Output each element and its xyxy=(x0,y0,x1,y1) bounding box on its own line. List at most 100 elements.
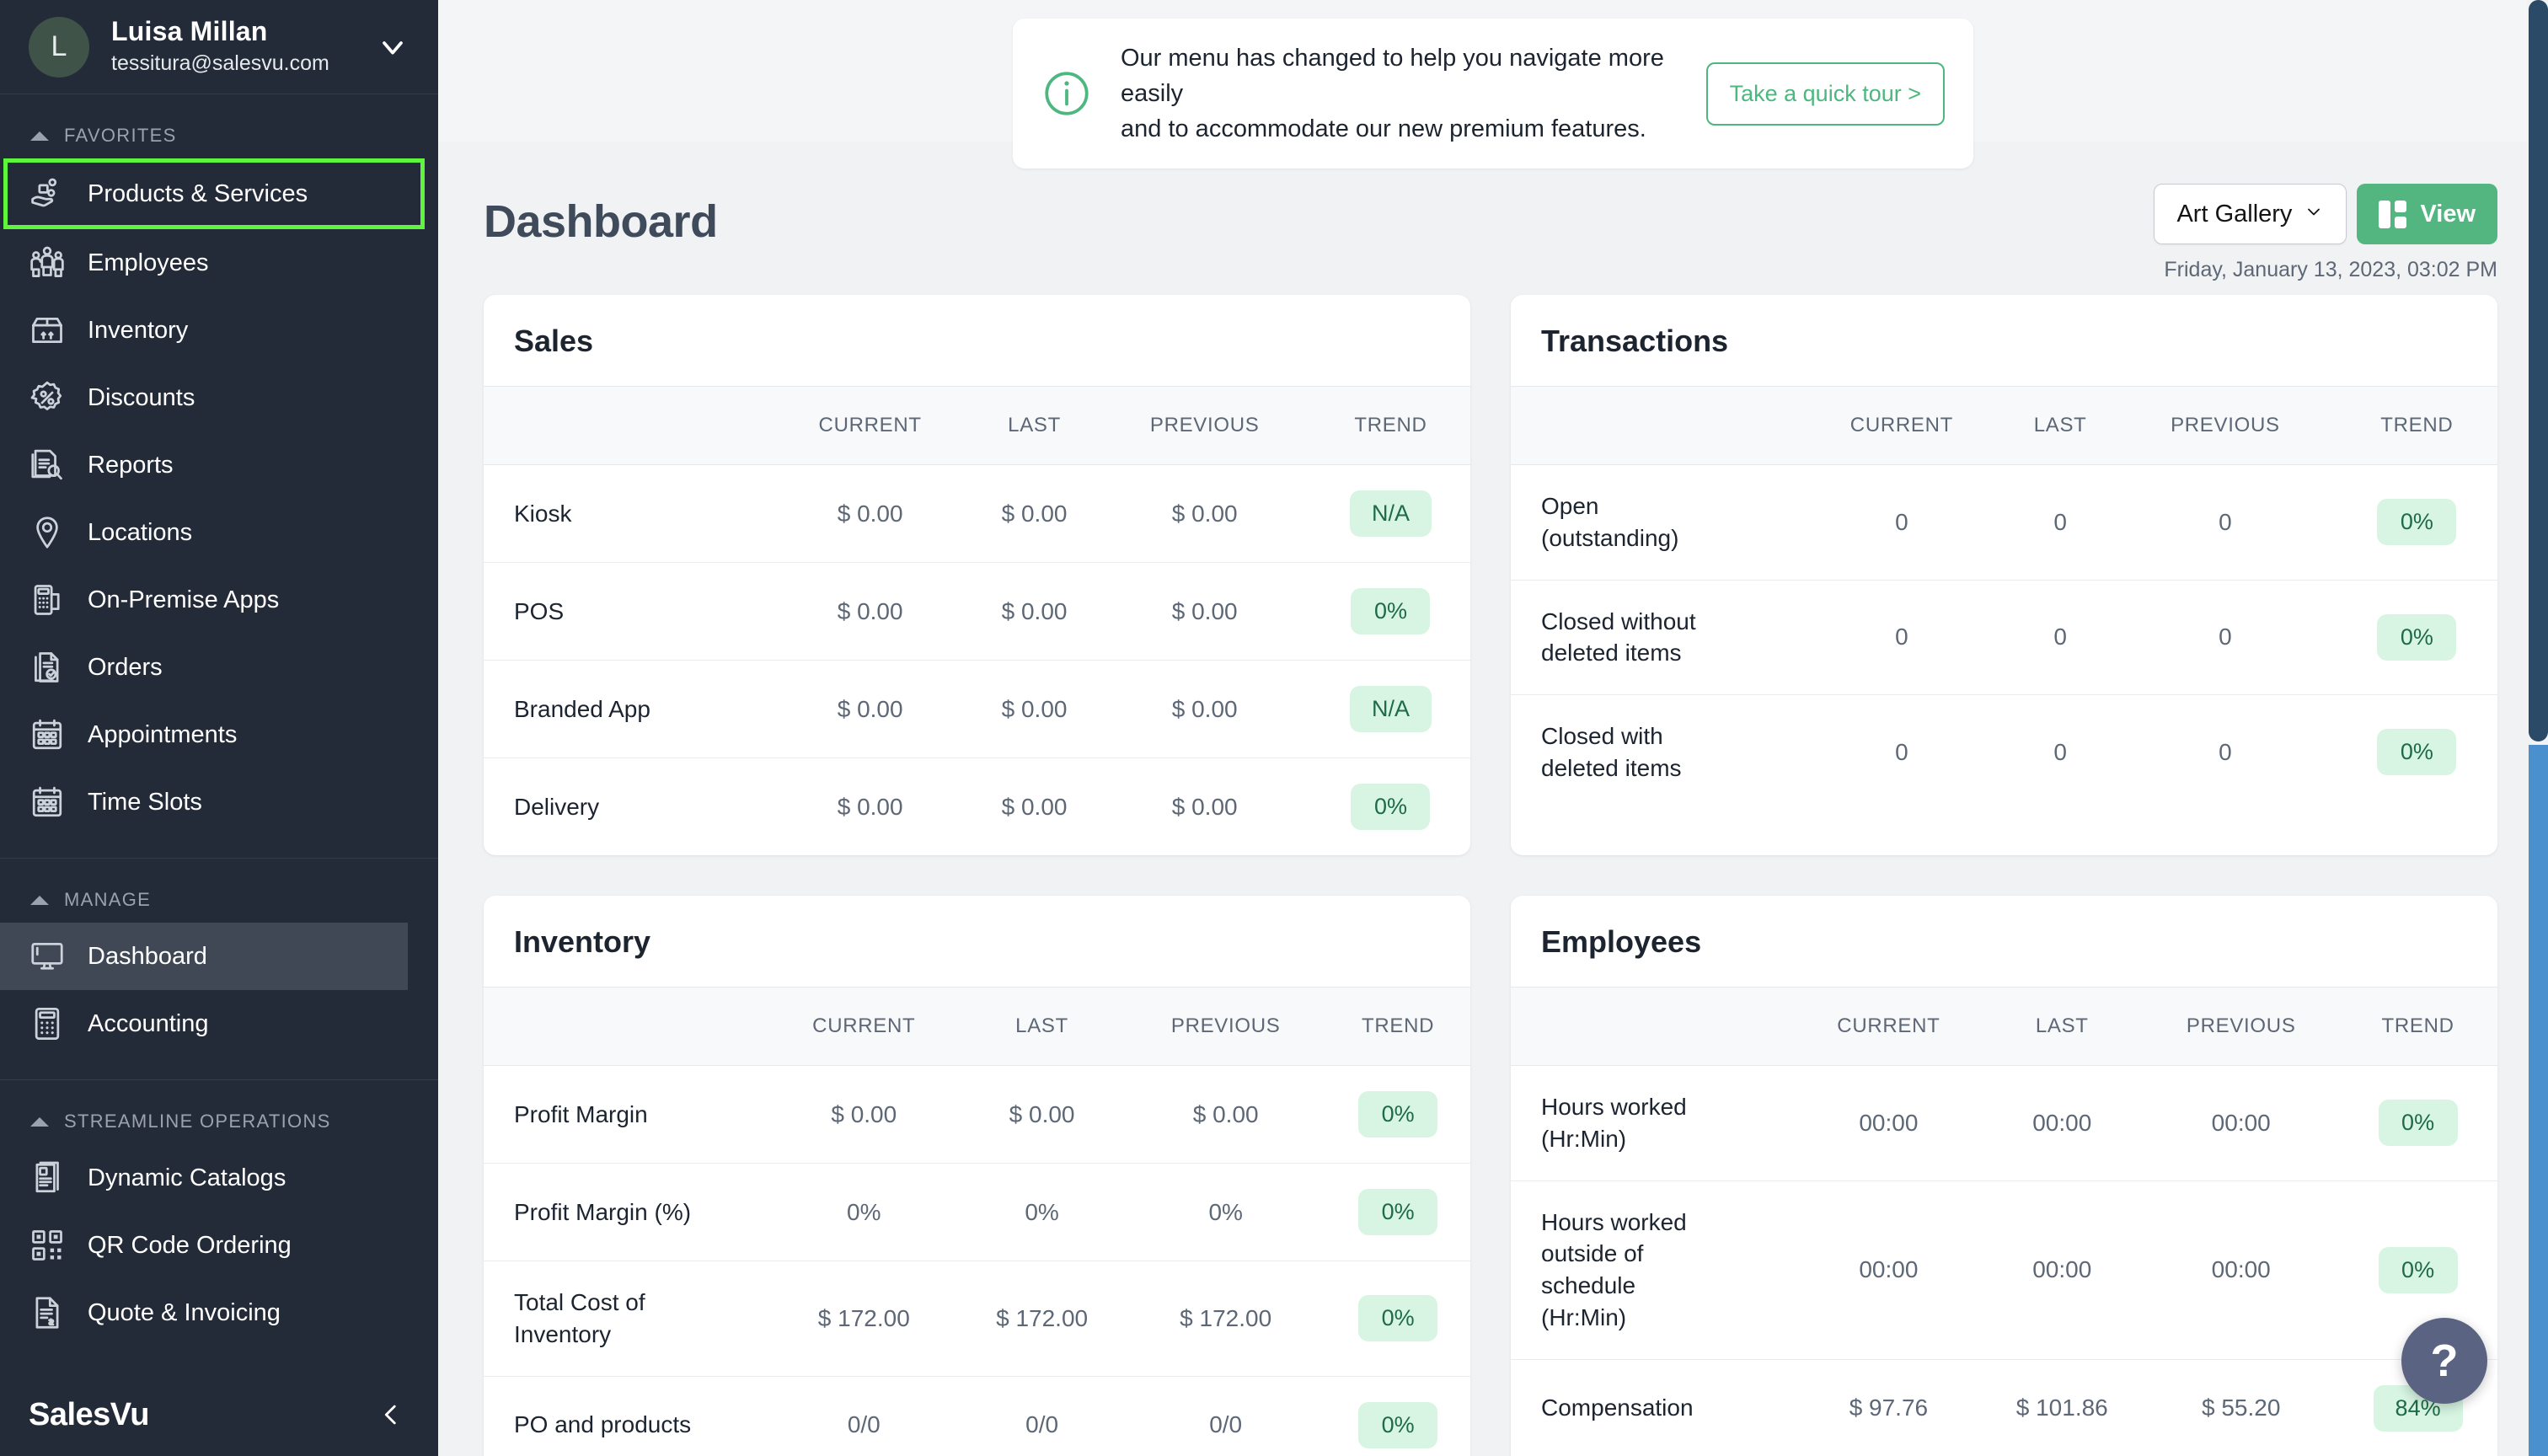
qr-code-icon xyxy=(29,1227,66,1264)
cell-last: 0 xyxy=(2006,580,2115,696)
cell-last: 00:00 xyxy=(1980,1180,2144,1360)
cell-previous: $ 0.00 xyxy=(1098,562,1311,661)
cell-last: $ 0.00 xyxy=(1001,793,1068,820)
sidebar-item-quote-invoicing[interactable]: Quote & Invoicing xyxy=(0,1279,438,1346)
column-header-label xyxy=(484,386,770,465)
column-header-last: LAST xyxy=(970,386,1099,465)
cell-previous: 0 xyxy=(2114,580,2337,696)
metric-table: CURRENT LAST PREVIOUS TREND Profit Margin $ 0… xyxy=(484,987,1470,1456)
trend-badge: 0% xyxy=(1358,1189,1438,1235)
sidebar-group-header[interactable]: STREAMLINE OPERATIONS xyxy=(0,1089,438,1144)
cell-current: $ 172.00 xyxy=(769,1261,958,1377)
cell-previous: $ 0.00 xyxy=(1171,793,1238,820)
header-buttons: Art Gallery View xyxy=(2154,184,2497,244)
cell-current: 00:00 xyxy=(1796,1065,1981,1181)
caret-up-icon xyxy=(30,131,49,141)
sidebar-item-discounts[interactable]: Discounts xyxy=(0,364,438,431)
cell-trend: 0% xyxy=(1325,1376,1470,1456)
scrollbar-thumb[interactable] xyxy=(2529,0,2548,741)
chevron-left-icon[interactable] xyxy=(372,1396,410,1433)
help-question-icon[interactable]: ? xyxy=(2401,1318,2487,1404)
sidebar-item-label: Reports xyxy=(88,451,174,479)
location-select[interactable]: Art Gallery xyxy=(2154,184,2347,244)
column-header-previous: PREVIOUS xyxy=(2144,987,2339,1066)
cell-previous: 0 xyxy=(2219,738,2232,765)
cell-trend: 0% xyxy=(1325,1261,1470,1377)
column-header-label xyxy=(1511,987,1797,1066)
scrollbar-track-lower[interactable] xyxy=(2529,745,2548,1456)
row-label: PO and products xyxy=(514,1411,692,1438)
card-title: Sales xyxy=(514,324,594,358)
card-title: Inventory xyxy=(514,924,651,959)
row-label: Total Cost of Inventory xyxy=(484,1261,770,1377)
view-button[interactable]: View xyxy=(2357,184,2497,244)
sidebar-group-header[interactable]: MANAGE xyxy=(0,867,438,923)
sidebar-item-label: Inventory xyxy=(88,316,189,344)
table-row: Total Cost of Inventory $ 172.00 $ 172.00 $ … xyxy=(484,1261,1470,1377)
trend-badge: 0% xyxy=(2378,1100,2458,1147)
sidebar-item-locations[interactable]: Locations xyxy=(0,499,438,566)
cell-previous: 0 xyxy=(2114,464,2337,581)
sidebar-item-dashboard[interactable]: Dashboard xyxy=(0,923,408,990)
sidebar-group-header[interactable]: FAVORITES xyxy=(0,103,438,158)
sidebar-item-dynamic-catalogs[interactable]: Dynamic Catalogs xyxy=(0,1144,438,1212)
page-scrollbar[interactable] xyxy=(2527,0,2548,1456)
cell-previous: 0% xyxy=(1126,1163,1326,1261)
cell-last: $ 0.00 xyxy=(970,562,1099,661)
sidebar-item-employees[interactable]: Employees xyxy=(0,229,438,297)
orders-doc-icon xyxy=(29,649,66,686)
cell-last: $ 101.86 xyxy=(2015,1394,2108,1421)
cell-current: 0% xyxy=(769,1163,958,1261)
column-header-trend: TREND xyxy=(2336,386,2497,465)
sidebar-item-appointments[interactable]: Appointments xyxy=(0,701,438,768)
cell-current: 0/0 xyxy=(847,1411,881,1438)
sidebar-item-on-premise-apps[interactable]: On-Premise Apps xyxy=(0,566,438,634)
sidebar-item-accounting[interactable]: Accounting xyxy=(0,990,438,1057)
column-header-trend: TREND xyxy=(2338,987,2497,1066)
sidebar-group-manage: MANAGE Dashboard Accounting xyxy=(0,859,438,1057)
sidebar-item-reports[interactable]: Reports xyxy=(0,431,438,499)
calendar-icon xyxy=(29,716,66,753)
cell-trend: N/A xyxy=(1310,660,1470,758)
column-header-current: CURRENT xyxy=(1796,987,1981,1066)
top-notification-bar: Our menu has changed to help you navigat… xyxy=(438,0,2548,169)
user-meta: Luisa Millan tessitura@salesvu.com xyxy=(111,15,329,78)
cell-trend: 0% xyxy=(2336,464,2497,581)
sidebar-item-label: Dashboard xyxy=(88,942,207,970)
table-row: Hours worked (Hr:Min) 00:00 00:00 00:00 0% xyxy=(1511,1065,2497,1181)
column-header-last: LAST xyxy=(1980,987,2144,1066)
sidebar-item-label: Orders xyxy=(88,653,163,681)
sidebar-item-inventory[interactable]: Inventory xyxy=(0,297,438,364)
table-row: PO and products 0/0 0/0 0/0 0% xyxy=(484,1376,1470,1456)
sidebar-item-orders[interactable]: Orders xyxy=(0,634,438,701)
table-row: Kiosk $ 0.00 $ 0.00 $ 0.00 N/A xyxy=(484,464,1470,563)
chevron-down-icon[interactable] xyxy=(376,30,410,64)
row-label: POS xyxy=(484,562,770,661)
take-quick-tour-button[interactable]: Take a quick tour > xyxy=(1705,62,1945,126)
cell-last: 0/0 xyxy=(1025,1411,1059,1438)
sidebar-item-label: Discounts xyxy=(88,383,195,411)
user-account-header[interactable]: L Luisa Millan tessitura@salesvu.com xyxy=(0,0,438,94)
trend-badge: 0% xyxy=(1351,784,1431,830)
caret-up-icon xyxy=(30,895,49,905)
row-label: Profit Margin (%) xyxy=(484,1163,770,1261)
card-employees: Employees CURRENT LAST PREVIOUS TREND Hours w… xyxy=(1511,896,2497,1456)
calendar-icon xyxy=(29,784,66,821)
table-row: Open (outstanding) 0 0 0 0% xyxy=(1511,464,2497,581)
sidebar-item-time-slots[interactable]: Time Slots xyxy=(0,768,438,836)
page-title: Dashboard xyxy=(484,196,718,247)
cell-current: $ 97.76 xyxy=(1849,1394,1929,1421)
row-label: Hours worked outside of schedule (Hr:Min) xyxy=(1511,1180,1797,1360)
row-label: Hours worked (Hr:Min) xyxy=(1511,1065,1797,1181)
card-transactions: Transactions CURRENT LAST PREVIOUS TREND Open… xyxy=(1511,295,2497,855)
cell-trend: 0% xyxy=(2338,1065,2497,1181)
cell-trend: 0% xyxy=(1310,562,1470,661)
table-row: Profit Margin $ 0.00 $ 0.00 $ 0.00 0% xyxy=(484,1065,1470,1164)
sidebar-item-qr-code-ordering[interactable]: QR Code Ordering xyxy=(0,1212,438,1279)
sidebar-item-products-services[interactable]: Products & Services xyxy=(3,158,425,229)
trend-badge: 0% xyxy=(2378,1246,2458,1293)
row-label: Closed without deleted items xyxy=(1511,580,1797,696)
discount-percent-icon xyxy=(29,379,66,416)
menu-change-banner: Our menu has changed to help you navigat… xyxy=(1013,19,1973,169)
cell-trend: N/A xyxy=(1310,464,1470,563)
